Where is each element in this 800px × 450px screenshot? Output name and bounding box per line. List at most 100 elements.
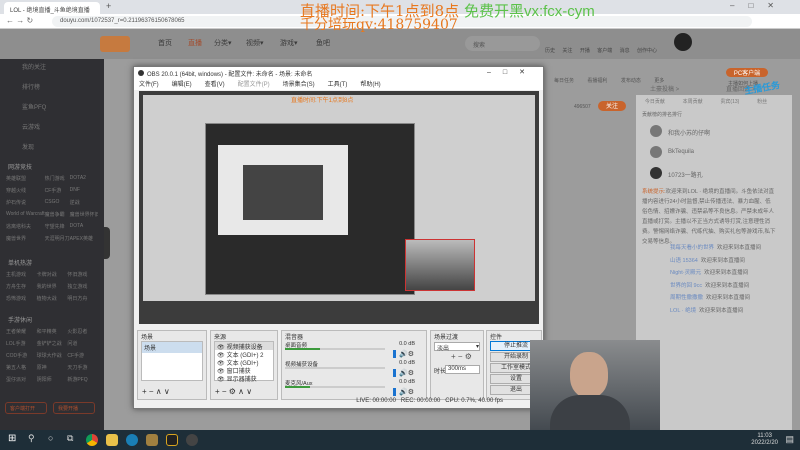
sidebar-game-link[interactable]: COD手游 [6,352,37,359]
client-open-button[interactable]: 客户端打开 [5,402,47,414]
follow-button[interactable]: 关注 [598,101,626,111]
sidebar-game-link[interactable]: CF手游 [45,187,70,194]
sidebar-game-link[interactable]: 天刀手游 [67,364,98,371]
sidebar-game-link[interactable]: 独立游戏 [67,283,98,290]
sidebar-game-link[interactable]: 炉石传说 [6,199,45,206]
sidebar-game-link[interactable]: 守望先锋 [45,223,70,230]
notification-icon[interactable]: ▤ [785,434,794,445]
lol-icon[interactable] [146,434,158,446]
sidebar-game-link[interactable]: DNF [70,187,98,194]
chat-username[interactable]: 世界的回 9cc [670,283,702,289]
new-tab-button[interactable]: + [106,1,111,11]
menu-profile[interactable]: 配置文件(P) [238,82,270,88]
task-view-icon[interactable]: ⧉ [67,433,73,444]
speaker-gear-icons[interactable]: 🔊⚙ [399,388,414,396]
sidebar-game-link[interactable]: 蛋仔派对 [6,376,37,383]
sponsor-link[interactable]: 土豪投稿 > [650,84,679,93]
nav-games[interactable]: 游戏▾ [280,38,298,48]
transition-controls[interactable]: + − ⚙ [451,352,472,361]
rank-3[interactable]: 10723一路孔 [668,170,703,179]
browser-tab[interactable]: LOL - 绝境直播_斗鱼绝境直播 [4,2,100,14]
sidebar-rank[interactable]: 排行榜 [22,82,40,91]
nav-back-forward-reload-icons[interactable]: ← → ↻ [6,16,33,25]
header-icons[interactable]: 历史 关注 开播 客户端 消息 创作中心 [545,47,657,54]
nav-category[interactable]: 分类▾ [214,38,232,48]
scene-item[interactable]: 场景 [142,342,202,353]
volume-slider[interactable] [393,350,396,358]
rank-1[interactable]: 和我小苏的仔啊 [668,128,710,137]
duration-input[interactable]: 300ms [445,365,480,374]
sidebar-game-link[interactable]: 逃离塔科夫 [6,223,45,230]
sidebar-game-link[interactable]: 穿越火线 [6,187,45,194]
sidebar-game-link[interactable]: 怀旧游戏 [67,271,98,278]
douyu-logo[interactable] [100,36,130,52]
menu-scene-collection[interactable]: 场景集合(S) [283,82,315,88]
sidebar-game-link[interactable]: 第五人格 [6,364,37,371]
obs-taskbar-icon[interactable] [186,434,198,446]
transition-select[interactable]: 淡出 ▾ [434,342,480,352]
sidebar-game-link[interactable]: DOTA2 [70,175,98,182]
user-avatar[interactable] [674,33,692,51]
source-list-controls[interactable]: + − ⚙ ∧ ∨ [215,387,252,396]
nav-video[interactable]: 视频▾ [246,38,264,48]
source-item[interactable]: 👁 窗口捕获 [215,366,273,375]
sidebar-game-link[interactable]: 王者荣耀 [6,328,37,335]
search-icon[interactable]: ⚲ [28,433,35,444]
nav-home[interactable]: 首页 [158,38,172,48]
cortana-icon[interactable]: ○ [48,433,53,443]
go-live-button[interactable]: 我要开播 [53,402,95,414]
sidebar-game-link[interactable]: LOL手游 [6,340,37,347]
volume-slider[interactable] [393,369,396,377]
sidebar-game-link[interactable]: 明日方舟 [67,295,98,302]
speaker-gear-icons[interactable]: 🔊⚙ [399,369,414,377]
sidebar-game-link[interactable]: DOTA [70,223,98,230]
window-controls[interactable]: –□✕ [730,1,788,10]
sidebar-game-link[interactable]: World of Warcraft [6,211,45,218]
sidebar-game-link[interactable]: 植物大战 [37,295,68,302]
sidebar-game-link[interactable]: 英雄联盟 [6,175,45,182]
sidebar-game-link[interactable]: 火影忍者 [67,328,98,335]
menu-edit[interactable]: 编辑(E) [172,82,192,88]
sidebar-follow[interactable]: 我的关注 [22,62,46,71]
sidebar-cloud-game[interactable]: 云游戏 [22,122,40,131]
system-clock[interactable]: 11:03 2022/2/20 [751,433,778,447]
pc-client-button[interactable]: PC客户端 [726,68,768,77]
app-icon[interactable] [126,434,138,446]
sidebar-game-link[interactable]: 卡牌对战 [37,271,68,278]
file-explorer-icon[interactable] [106,434,118,446]
sidebar-game-link[interactable]: 和平精英 [37,328,68,335]
chat-username[interactable]: Night·灵殿元 [670,270,701,276]
sidebar-game-link[interactable]: 球球大作战 [37,352,68,359]
eye-icon[interactable]: 👁 [217,377,225,383]
sidebar-game-link[interactable]: 魔兽世界怀旧 [70,211,98,218]
chrome-icon[interactable] [86,434,98,446]
obs-preview[interactable]: 直播时间:下午1点到8点 [139,91,539,324]
chat-username[interactable]: LOL · 绝境 [670,308,696,314]
source-item[interactable]: 👁 显示器捕获 [215,374,273,383]
sidebar-game-link[interactable]: 天涯明月刀 [45,235,70,242]
start-button[interactable]: ⊞ [8,433,16,444]
menu-file[interactable]: 文件(F) [139,82,159,88]
g-app-icon[interactable] [166,434,178,446]
menu-view[interactable]: 查看(V) [205,82,225,88]
chat-username[interactable]: 我每天看小的世界 [670,245,714,251]
source-item[interactable]: 👁 视频捕获设备 [215,342,273,351]
sidebar-game-link[interactable]: 新游PFQ [67,376,98,383]
source-item[interactable]: 👁 文本 (GDI+) 2 [215,350,273,359]
sidebar-game-link[interactable]: 恐怖游戏 [6,295,37,302]
sidebar-collapse-handle[interactable] [104,227,110,259]
chat-username[interactable]: 周期性撒撒撒 [670,295,703,301]
sidebar-game-link[interactable]: 我的世界 [37,283,68,290]
sidebar-game-link[interactable]: 方舟生存 [6,283,37,290]
sidebar-game-link[interactable]: 热门游戏 [45,175,70,182]
sidebar-game-link[interactable]: 阴阳师 [37,376,68,383]
scene-list-controls[interactable]: + − ∧ ∨ [142,387,170,396]
nav-fishbar[interactable]: 鱼吧 [316,38,330,48]
site-search-input[interactable]: 搜索 [465,36,540,51]
sidebar-discover[interactable]: 发现 [22,142,34,151]
sidebar-pfq[interactable]: 鲨鱼PFQ [22,102,46,111]
sidebar-game-link[interactable]: APEX英雄 [70,235,98,242]
rank-tabs[interactable]: 今日贡献 本周贡献 贵宾(13) 粉丝 [636,95,776,107]
rank-2[interactable]: BkTequila [668,149,694,155]
sidebar-game-link[interactable]: 魔兽争霸 [45,211,70,218]
